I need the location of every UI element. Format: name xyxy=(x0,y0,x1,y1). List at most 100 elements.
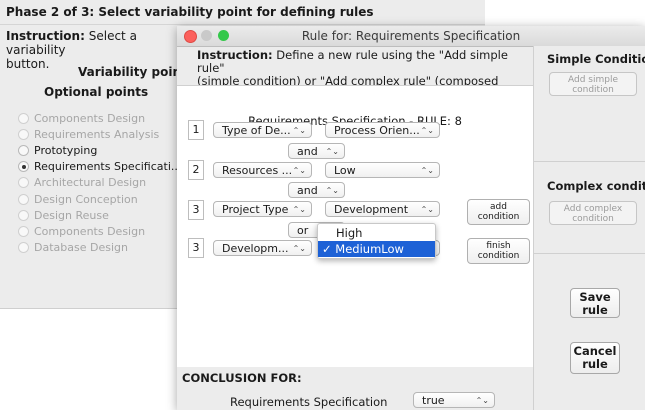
instruction-text-line2: button. xyxy=(6,57,50,71)
optional-point-label: Components Design xyxy=(34,224,146,238)
variable-select-value: Project Type xyxy=(222,203,289,216)
save-label-1: Save xyxy=(579,290,611,304)
variable-select[interactable]: Project Type ⌃⌄ xyxy=(213,201,312,217)
divider xyxy=(534,253,645,254)
save-rule-button[interactable]: Save rule xyxy=(570,288,620,318)
variable-select[interactable]: Developm... ⌃⌄ xyxy=(213,240,312,256)
stepper-icon: ⌃⌄ xyxy=(420,126,434,135)
phase-title: Phase 2 of 3: Select variability point f… xyxy=(6,5,374,19)
value-select-value: Low xyxy=(334,164,356,177)
stepper-icon: ⌃⌄ xyxy=(292,205,306,214)
optional-point-radio: Requirements Analysis xyxy=(18,126,159,142)
dialog-titlebar: Rule for: Requirements Specification xyxy=(177,26,645,47)
finish-condition-label-1: finish xyxy=(486,241,511,251)
cancel-rule-button[interactable]: Cancel rule xyxy=(570,342,620,374)
radio-selected-icon xyxy=(18,161,29,173)
stepper-icon: ⌃⌄ xyxy=(325,147,339,156)
dropdown-option-label: MediumLow xyxy=(335,242,404,256)
optional-point-label: Design Reuse xyxy=(34,208,109,222)
add-condition-label-1: add xyxy=(490,202,507,212)
connector-value: and xyxy=(297,184,318,197)
radio-icon xyxy=(18,242,29,254)
variable-select-value: Type of De... xyxy=(222,124,291,137)
value-dropdown-menu: High ✓ MediumLow xyxy=(317,223,436,259)
cancel-label-2: rule xyxy=(582,357,608,371)
rule-row-number: 2 xyxy=(188,160,204,180)
value-select-value: Process Orien... xyxy=(334,124,420,137)
rule-row-number: 3 xyxy=(188,238,204,258)
stepper-icon: ⌃⌄ xyxy=(420,205,434,214)
value-select[interactable]: Development ⌃⌄ xyxy=(325,201,440,217)
optional-point-radio: Architectural Design xyxy=(18,175,146,191)
radio-icon xyxy=(18,209,29,221)
radio-icon xyxy=(18,112,29,124)
stepper-icon: ⌃⌄ xyxy=(292,166,306,175)
rule-row-number: 3 xyxy=(188,200,204,220)
complex-condition-title: Complex condition xyxy=(547,179,645,193)
radio-icon xyxy=(18,225,29,237)
variable-select-value: Developm... xyxy=(222,242,289,255)
save-label-2: rule xyxy=(582,303,608,317)
instruction-label: Instruction: xyxy=(6,29,85,43)
add-complex-label-1: Add complex xyxy=(563,204,623,214)
cancel-label-1: Cancel xyxy=(573,344,617,358)
stepper-icon: ⌃⌄ xyxy=(292,126,306,135)
optional-points-title: Optional points xyxy=(44,85,149,99)
optional-point-label: Requirements Specificati... xyxy=(34,160,182,174)
stepper-icon: ⌃⌄ xyxy=(475,396,489,405)
optional-point-radio: Components Design xyxy=(18,110,145,126)
dropdown-option-selected[interactable]: ✓ MediumLow xyxy=(318,241,435,257)
radio-icon xyxy=(18,177,29,189)
radio-icon xyxy=(18,193,29,205)
condition-actions-panel: Simple Condition Add simplecondition Com… xyxy=(533,46,645,410)
optional-point-radio: Database Design xyxy=(18,240,128,256)
conclusion-value: true xyxy=(422,394,445,407)
optional-point-radio: Design Reuse xyxy=(18,207,109,223)
conclusion-section: CONCLUSION FOR: Requirements Specificati… xyxy=(177,367,533,410)
add-simple-label-1: Add simple xyxy=(568,75,618,85)
dialog-title: Rule for: Requirements Specification xyxy=(301,29,521,43)
stepper-icon: ⌃⌄ xyxy=(420,166,434,175)
optional-point-radio[interactable]: Prototyping xyxy=(18,142,97,158)
finish-condition-label-2: condition xyxy=(477,251,520,261)
finish-condition-button[interactable]: finish condition xyxy=(467,238,530,264)
variable-select[interactable]: Resources ... ⌃⌄ xyxy=(213,162,312,178)
add-complex-condition-button[interactable]: Add complex condition xyxy=(549,201,637,225)
optional-point-label: Prototyping xyxy=(34,143,98,157)
variable-select[interactable]: Type of De... ⌃⌄ xyxy=(213,122,312,138)
dialog-instruction-label: Instruction: xyxy=(197,48,273,62)
stepper-icon: ⌃⌄ xyxy=(325,186,339,195)
checkmark-icon: ✓ xyxy=(322,242,332,256)
rule-dialog: Rule for: Requirements Specification Ins… xyxy=(177,26,645,410)
optional-point-radio: Components Design xyxy=(18,223,145,239)
optional-point-label: Requirements Analysis xyxy=(34,127,160,141)
conclusion-name: Requirements Specification xyxy=(230,395,388,409)
optional-point-label: Design Conception xyxy=(34,192,138,206)
add-simple-label-2: condition xyxy=(572,85,614,95)
value-select-value: Development xyxy=(334,203,409,216)
optional-point-label: Database Design xyxy=(34,241,128,255)
dropdown-option[interactable]: High xyxy=(318,225,435,241)
simple-condition-title: Simple Condition xyxy=(547,52,645,66)
divider xyxy=(534,161,645,162)
add-simple-condition-button[interactable]: Add simple condition xyxy=(549,72,637,96)
optional-point-radio: Design Conception xyxy=(18,191,138,207)
connector-select[interactable]: and ⌃⌄ xyxy=(288,143,345,159)
add-condition-button[interactable]: add condition xyxy=(467,199,530,225)
phase-header: Phase 2 of 3: Select variability point f… xyxy=(0,0,485,25)
optional-point-label: Components Design xyxy=(34,111,146,125)
rule-row-number: 1 xyxy=(188,120,204,140)
optional-point-radio[interactable]: Requirements Specificati... xyxy=(18,159,181,175)
connector-value: or xyxy=(297,224,309,237)
add-complex-label-2: condition xyxy=(572,214,614,224)
value-select[interactable]: Low ⌃⌄ xyxy=(325,162,440,178)
add-condition-label-2: condition xyxy=(477,212,520,222)
variable-select-value: Resources ... xyxy=(222,164,293,177)
connector-select[interactable]: and ⌃⌄ xyxy=(288,182,345,198)
connector-value: and xyxy=(297,145,318,158)
conclusion-label: CONCLUSION FOR: xyxy=(182,371,302,385)
stepper-icon: ⌃⌄ xyxy=(292,244,306,253)
value-select[interactable]: Process Orien... ⌃⌄ xyxy=(325,122,440,138)
radio-icon xyxy=(18,144,29,156)
conclusion-value-select[interactable]: true ⌃⌄ xyxy=(413,392,495,408)
